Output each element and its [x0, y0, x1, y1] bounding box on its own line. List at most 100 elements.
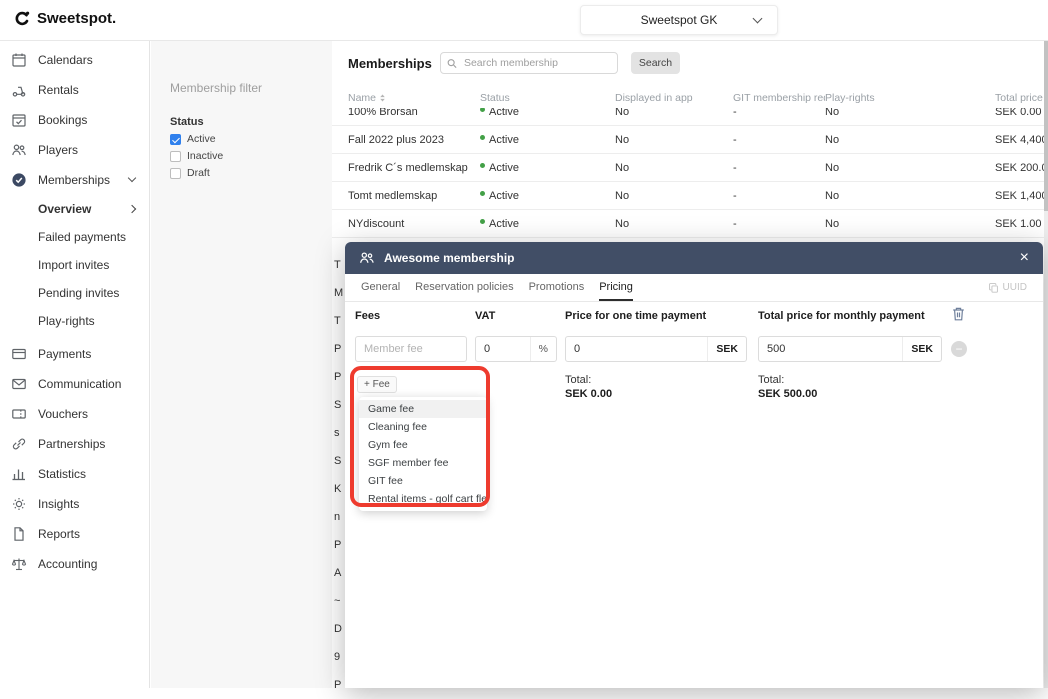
sidebar-subitem-failed-payments[interactable]: Failed payments [0, 223, 149, 251]
table-row[interactable]: Fredrik C´s medlemskap Active No - No SE… [332, 154, 1048, 182]
cell-name: Fall 2022 plus 2023 [348, 134, 480, 146]
fee-option-git-fee[interactable]: GIT fee [359, 472, 487, 490]
copy-icon [988, 282, 999, 293]
sidebar-item-label: Reports [38, 527, 80, 541]
one-time-total-value: SEK 0.00 [565, 388, 612, 400]
checkbox-unchecked[interactable] [170, 151, 181, 162]
member-fee-input[interactable] [356, 343, 466, 355]
table-row[interactable]: NYdiscount Active No - No SEK 1.00 [332, 210, 1048, 238]
fee-option-gym-fee[interactable]: Gym fee [359, 436, 487, 454]
org-selector[interactable]: Sweetspot GK [580, 5, 778, 35]
currency-suffix: SEK [902, 337, 941, 361]
fee-option-cleaning-fee[interactable]: Cleaning fee [359, 418, 487, 436]
column-header-git[interactable]: GIT membership required [733, 92, 825, 104]
checkbox-unchecked[interactable] [170, 168, 181, 179]
tab-reservation-policies[interactable]: Reservation policies [415, 274, 513, 301]
scrollbar-thumb[interactable] [1044, 41, 1048, 211]
column-header-name[interactable]: Name [348, 92, 480, 104]
chevron-down-icon [753, 14, 763, 24]
sidebar-subitem-label: Pending invites [38, 286, 119, 300]
sidebar-item-rentals[interactable]: Rentals [0, 75, 149, 105]
trash-icon[interactable] [951, 306, 966, 322]
one-time-price-column-header: Price for one time payment [565, 310, 706, 322]
cell-name: Fredrik C´s medlemskap [348, 162, 480, 174]
sidebar-item-calendars[interactable]: Calendars [0, 45, 149, 75]
sidebar-subitem-overview[interactable]: Overview [0, 195, 149, 223]
close-icon[interactable]: × [1020, 250, 1029, 266]
sidebar-item-communication[interactable]: Communication [0, 369, 149, 399]
monthly-total-value: SEK 500.00 [758, 388, 817, 400]
sidebar-item-label: Statistics [38, 467, 86, 481]
column-header-status[interactable]: Status [480, 92, 615, 104]
vat-column-header: VAT [475, 310, 495, 322]
checkbox-checked[interactable] [170, 134, 181, 145]
currency-suffix: SEK [707, 337, 746, 361]
vat-input-wrap: % [475, 336, 557, 362]
cell-total-price: SEK 200.00 [995, 162, 1048, 174]
sidebar-item-payments[interactable]: Payments [0, 339, 149, 369]
vat-input[interactable] [476, 343, 530, 355]
cell-displayed: No [615, 162, 733, 174]
status-option-draft[interactable]: Draft [170, 167, 313, 179]
sidebar-item-label: Communication [38, 377, 121, 391]
table-row[interactable]: Fall 2022 plus 2023 Active No - No SEK 4… [332, 126, 1048, 154]
booking-calendar-icon [10, 112, 27, 129]
remove-column-icon[interactable] [951, 341, 967, 357]
column-header-displayed[interactable]: Displayed in app [615, 92, 733, 104]
monthly-total-label: Total: [758, 374, 784, 386]
search-button[interactable]: Search [631, 52, 680, 74]
search-input[interactable] [462, 56, 611, 70]
add-fee-button[interactable]: + Fee [357, 376, 397, 393]
fee-option-game-fee[interactable]: Game fee [359, 400, 487, 418]
sidebar-item-partnerships[interactable]: Partnerships [0, 429, 149, 459]
tab-promotions[interactable]: Promotions [529, 274, 585, 301]
sidebar-item-players[interactable]: Players [0, 135, 149, 165]
cell-git: - [733, 190, 825, 202]
column-header-play-rights[interactable]: Play-rights [825, 92, 995, 104]
scrollbar[interactable] [1044, 41, 1048, 688]
uuid-button[interactable]: UUID [988, 274, 1027, 301]
cell-status: Active [480, 108, 615, 118]
sidebar-subitem-label: Failed payments [38, 230, 126, 244]
membership-modal: Awesome membership × General Reservation… [345, 242, 1043, 688]
sidebar-item-memberships[interactable]: Memberships [0, 165, 149, 195]
sidebar-item-label: Players [38, 143, 78, 157]
cell-status: Active [480, 190, 615, 202]
cell-total-price: SEK 1,400.0 [995, 190, 1048, 202]
status-filter-label: Status [170, 116, 313, 128]
one-time-price-input[interactable] [566, 343, 707, 355]
sidebar-subitem-import-invites[interactable]: Import invites [0, 251, 149, 279]
sidebar-item-vouchers[interactable]: Vouchers [0, 399, 149, 429]
filter-panel-title: Membership filter [170, 81, 313, 95]
sidebar-subitem-play-rights[interactable]: Play-rights [0, 307, 149, 335]
cell-play-rights: No [825, 134, 995, 146]
tab-pricing[interactable]: Pricing [599, 274, 633, 301]
status-option-inactive[interactable]: Inactive [170, 150, 313, 162]
cell-total-price: SEK 1.00 [995, 218, 1048, 230]
column-header-total-price[interactable]: Total price [995, 92, 1048, 104]
fee-option-sgf-member-fee[interactable]: SGF member fee [359, 454, 487, 472]
tab-general[interactable]: General [361, 274, 400, 301]
ticket-icon [10, 406, 27, 423]
monthly-price-input[interactable] [759, 343, 902, 355]
sidebar-subitem-pending-invites[interactable]: Pending invites [0, 279, 149, 307]
sidebar-item-insights[interactable]: Insights [0, 489, 149, 519]
cell-git: - [733, 218, 825, 230]
cell-displayed: No [615, 134, 733, 146]
status-option-active[interactable]: Active [170, 133, 313, 145]
fee-option-rental-items[interactable]: Rental items - golf cart fleet [359, 490, 487, 508]
status-dot [480, 108, 485, 112]
credit-card-icon [10, 346, 27, 363]
cell-play-rights: No [825, 218, 995, 230]
membership-search[interactable] [440, 52, 618, 74]
sidebar-item-bookings[interactable]: Bookings [0, 105, 149, 135]
sidebar-item-statistics[interactable]: Statistics [0, 459, 149, 489]
fee-dropdown-menu: Game fee Cleaning fee Gym fee SGF member… [359, 397, 487, 511]
sidebar-item-reports[interactable]: Reports [0, 519, 149, 549]
sidebar-item-label: Bookings [38, 113, 87, 127]
occluded-row-letters: TM TP PS sS Kn PA ~D 9P [334, 251, 343, 699]
sidebar-item-accounting[interactable]: Accounting [0, 549, 149, 579]
table-row[interactable]: 100% Brorsan Active No - No SEK 0.00 [332, 108, 1048, 126]
one-time-price-input-wrap: SEK [565, 336, 747, 362]
table-row[interactable]: Tomt medlemskap Active No - No SEK 1,400… [332, 182, 1048, 210]
